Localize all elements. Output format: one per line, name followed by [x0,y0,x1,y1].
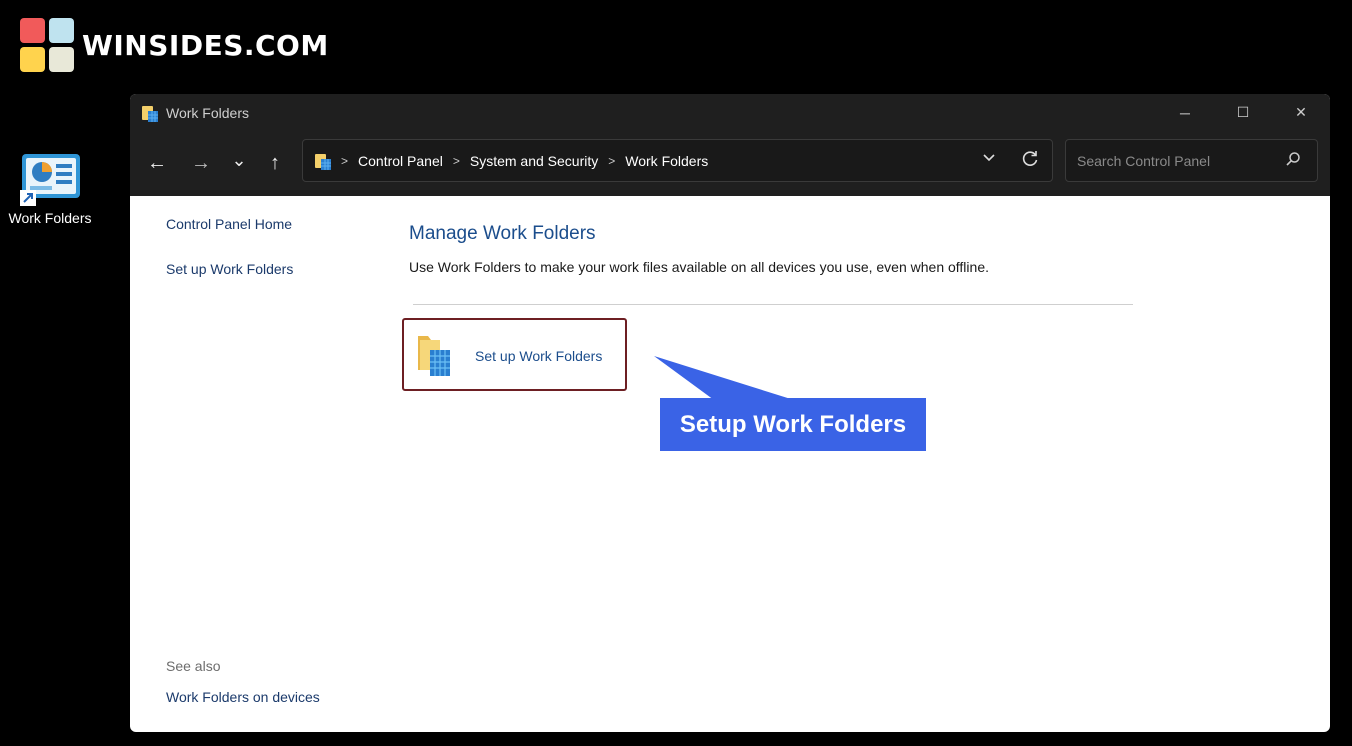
desktop-icon-label: Work Folders [8,210,92,226]
brand-name: WINSIDES.COM [82,28,329,62]
work-folders-icon [416,332,452,378]
arrow-right-icon: → [191,151,211,174]
setup-work-folders-task[interactable]: Set up Work Folders [402,318,627,391]
control-panel-icon [20,154,80,206]
see-also-label: See also [166,658,221,674]
close-button[interactable]: ✕ [1272,94,1330,131]
search-icon[interactable] [1285,151,1301,172]
maximize-button[interactable]: ☐ [1214,94,1272,131]
recent-locations-button[interactable]: ⌄ [225,149,253,177]
desktop-shortcut-work-folders[interactable]: Work Folders [4,154,96,226]
forward-button[interactable]: → [187,149,215,177]
chevron-right-icon: > [452,153,460,168]
up-button[interactable]: ↑ [261,149,289,177]
search-box[interactable] [1065,139,1318,182]
breadcrumb-system-and-security[interactable]: System and Security [470,153,598,169]
search-input[interactable] [1075,152,1279,170]
callout-annotation: Setup Work Folders [660,398,926,451]
work-folders-breadcrumb-icon [315,152,331,170]
navigation-bar: ← → ⌄ ↑ > Control Panel > System and Sec… [130,131,1330,196]
work-folders-on-devices-link[interactable]: Work Folders on devices [166,689,320,705]
address-bar[interactable]: > Control Panel > System and Security > … [302,139,1053,182]
minimize-button[interactable]: ─ [1156,94,1214,131]
chevron-right-icon: > [341,153,349,168]
window-title: Work Folders [166,104,249,121]
work-folders-app-icon [142,104,158,122]
title-bar: Work Folders ─ ☐ ✕ [130,94,1330,131]
breadcrumb-control-panel[interactable]: Control Panel [358,153,443,169]
chevron-right-icon: > [608,153,616,168]
winsides-logo-icon [20,18,74,72]
arrow-left-icon: ← [147,151,167,174]
brand-watermark: WINSIDES.COM [20,18,329,72]
control-panel-home-link[interactable]: Control Panel Home [166,216,292,232]
breadcrumb-work-folders[interactable]: Work Folders [625,153,708,169]
back-button[interactable]: ← [143,149,171,177]
sidebar-setup-work-folders-link[interactable]: Set up Work Folders [166,261,293,277]
page-title: Manage Work Folders [409,223,596,244]
page-description: Use Work Folders to make your work files… [409,259,989,275]
chevron-down-icon: ⌄ [231,149,247,170]
divider [413,304,1133,305]
address-dropdown-icon[interactable] [982,151,996,168]
setup-work-folders-label: Set up Work Folders [475,348,603,364]
refresh-icon[interactable] [1020,149,1040,172]
arrow-up-icon: ↑ [270,151,280,174]
